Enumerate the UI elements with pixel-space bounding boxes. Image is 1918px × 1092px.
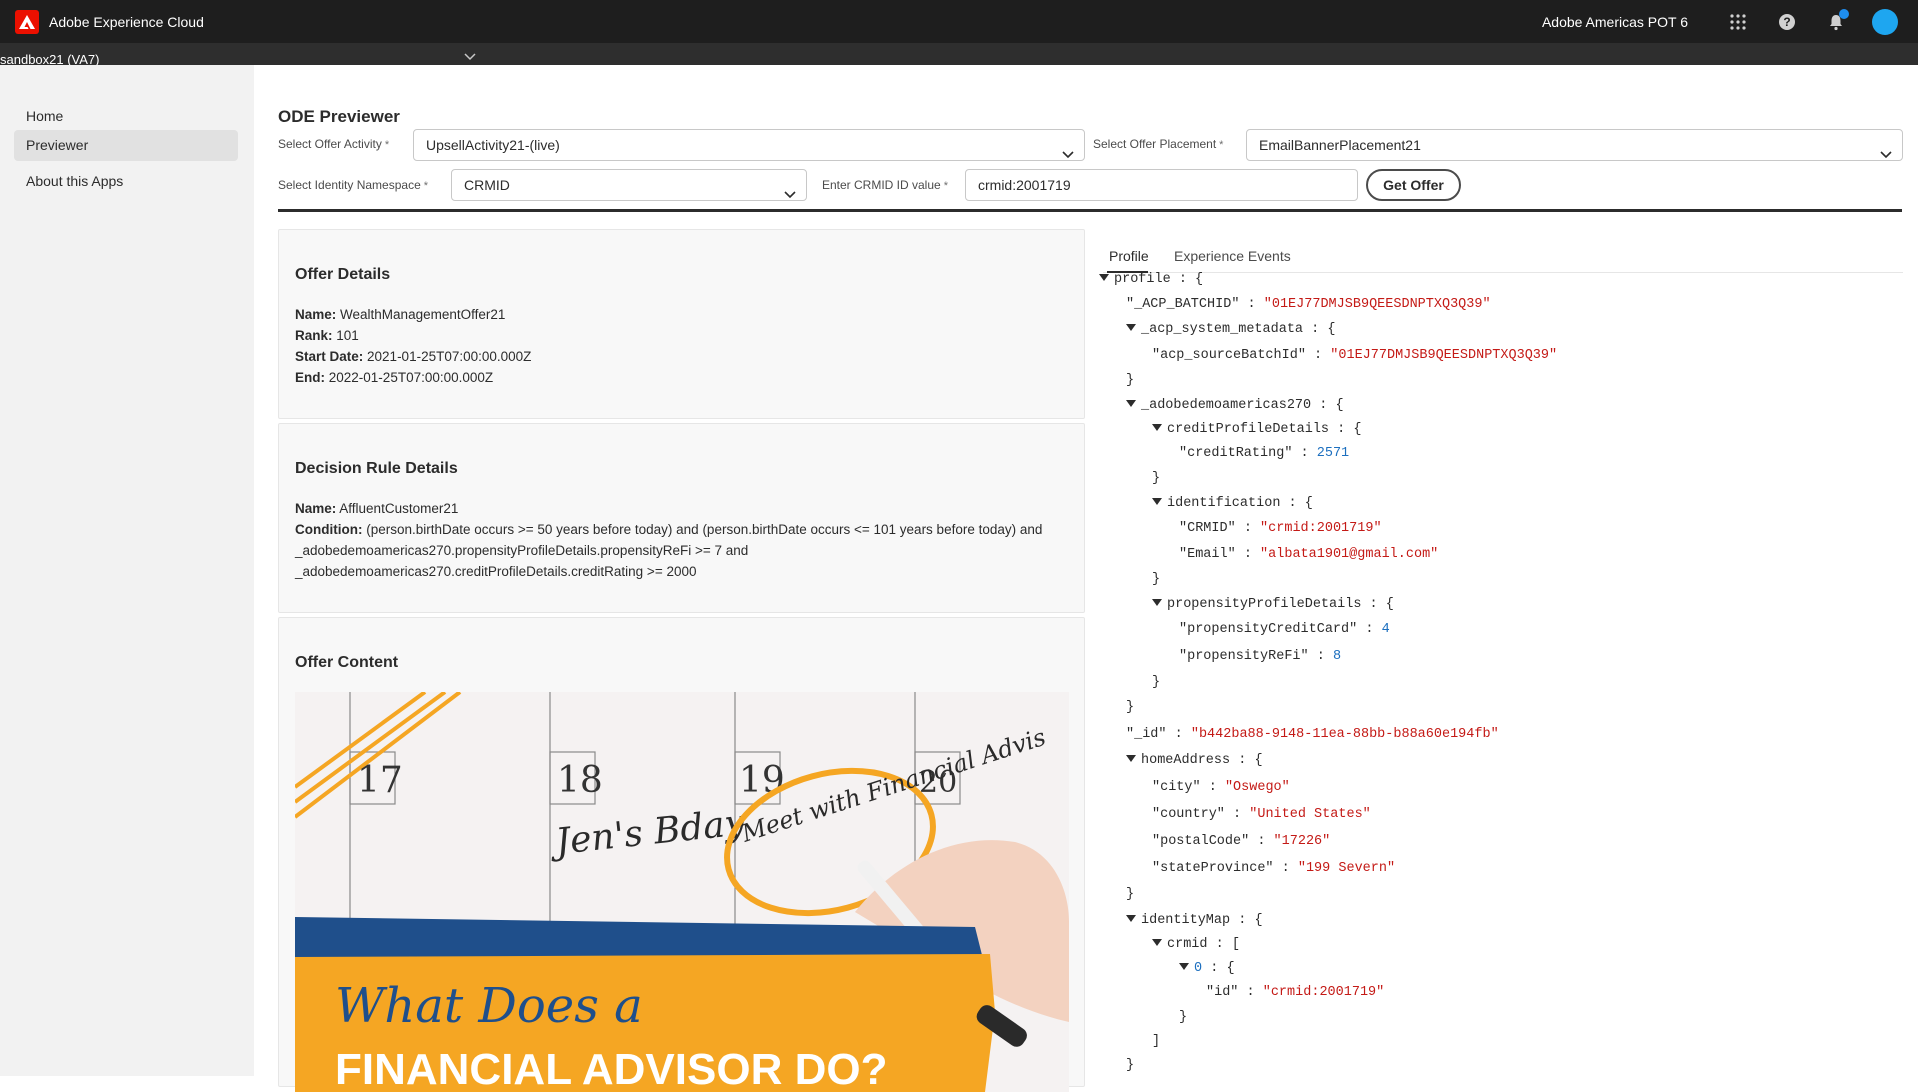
offer-activity-select[interactable]: UpsellActivity21-(live) xyxy=(413,129,1085,161)
decision-rule-title: Decision Rule Details xyxy=(295,460,458,477)
get-offer-button[interactable]: Get Offer xyxy=(1366,169,1461,201)
json-close: } xyxy=(1126,373,1135,388)
sidebar-item-home[interactable]: Home xyxy=(14,101,238,132)
app-title[interactable]: Adobe Experience Cloud xyxy=(49,14,204,30)
json-line: "country" : "United States" xyxy=(1152,807,1371,822)
chevron-down-icon[interactable] xyxy=(464,48,476,66)
sidebar: Home Previewer About this Apps xyxy=(0,65,254,1076)
json-line: "Email" : "albata1901@gmail.com" xyxy=(1179,547,1439,562)
offer-details-title: Offer Details xyxy=(295,266,391,283)
json-line: "id" : "crmid:2001719" xyxy=(1206,985,1385,1000)
offer-name: Name: WealthManagementOffer21 xyxy=(295,307,506,322)
top-bar: Adobe Experience Cloud Adobe Americas PO… xyxy=(0,0,1918,43)
json-line: "CRMID" : "crmid:2001719" xyxy=(1179,521,1382,536)
json-line: "propensityReFi" : 8 xyxy=(1179,649,1342,664)
calendar-day-19: 19 xyxy=(739,760,785,801)
sidebar-item-previewer[interactable]: Previewer xyxy=(14,130,238,161)
identity-namespace-select[interactable]: CRMID xyxy=(451,169,807,201)
identity-namespace-label: Select Identity Namespace * xyxy=(278,178,429,192)
tab-bar: Profile Experience Events xyxy=(1103,237,1903,273)
offer-content-panel: Offer Content 17 18 19 20 Jen's Bday Mee… xyxy=(278,617,1085,1092)
collapse-triangle-icon xyxy=(1099,274,1109,281)
crmid-input[interactable]: crmid:2001719 xyxy=(965,169,1358,201)
offer-activity-label: Select Offer Activity * xyxy=(278,137,390,151)
json-close: } xyxy=(1152,572,1161,587)
json-node-propensity-profile-details[interactable]: propensityProfileDetails : { xyxy=(1152,597,1394,612)
offer-end-date: End: 2022-01-25T07:00:00.000Z xyxy=(295,370,494,385)
json-node-index-0[interactable]: 0 : { xyxy=(1179,961,1235,976)
collapse-triangle-icon xyxy=(1152,424,1162,431)
chevron-down-icon xyxy=(1062,139,1074,169)
crmid-label: Enter CRMID ID value * xyxy=(822,178,948,192)
json-line: "propensityCreditCard" : 4 xyxy=(1179,622,1390,637)
json-node-identification[interactable]: identification : { xyxy=(1152,496,1313,511)
adobe-logo-icon[interactable] xyxy=(15,9,39,34)
offer-placement-select[interactable]: EmailBannerPlacement21 xyxy=(1246,129,1903,161)
chevron-down-icon xyxy=(784,179,796,209)
collapse-triangle-icon xyxy=(1126,755,1136,762)
offer-image: 17 18 19 20 Jen's Bday Meet with Financi… xyxy=(295,692,1069,1092)
json-line: "stateProvince" : "199 Severn" xyxy=(1152,861,1396,876)
calendar-day-18: 18 xyxy=(557,760,603,801)
json-close: } xyxy=(1179,1010,1188,1025)
json-line: "postalCode" : "17226" xyxy=(1152,834,1331,849)
json-line: "acp_sourceBatchId" : "01EJ77DMJSB9QEESD… xyxy=(1152,348,1558,363)
tab-profile[interactable]: Profile xyxy=(1109,248,1149,264)
sandbox-bar: sandbox21 (VA7) xyxy=(0,43,1918,67)
json-node-credit-profile-details[interactable]: creditProfileDetails : { xyxy=(1152,422,1361,437)
json-viewer: profile : { "_ACP_BATCHID" : "01EJ77DMJS… xyxy=(1099,272,1909,1076)
collapse-triangle-icon xyxy=(1152,599,1162,606)
json-line: "_id" : "b442ba88-9148-11ea-88bb-b88a60e… xyxy=(1126,727,1499,742)
collapse-triangle-icon xyxy=(1179,963,1189,970)
collapse-triangle-icon xyxy=(1126,400,1136,407)
sidebar-item-about[interactable]: About this Apps xyxy=(14,166,238,197)
collapse-triangle-icon xyxy=(1152,498,1162,505)
json-close: ] xyxy=(1152,1034,1161,1049)
calendar-day-17: 17 xyxy=(357,760,403,801)
notifications-bell-icon[interactable] xyxy=(1823,8,1849,35)
offer-headline-1: What Does a xyxy=(335,978,643,1034)
notification-badge xyxy=(1839,8,1849,19)
json-close: } xyxy=(1126,1058,1135,1073)
offer-start-date: Start Date: 2021-01-25T07:00:00.000Z xyxy=(295,349,532,364)
apps-grid-icon[interactable] xyxy=(1725,9,1751,35)
json-node-profile[interactable]: profile : { xyxy=(1099,272,1203,287)
json-node-acp-system-metadata[interactable]: _acp_system_metadata : { xyxy=(1126,322,1335,337)
json-line: "_ACP_BATCHID" : "01EJ77DMJSB9QEESDNPTXQ… xyxy=(1126,297,1491,312)
json-node-crmid[interactable]: crmid : [ xyxy=(1152,937,1240,952)
help-icon[interactable]: ? xyxy=(1774,9,1800,35)
json-line: "creditRating" : 2571 xyxy=(1179,446,1350,461)
rule-name: Name: AffluentCustomer21 xyxy=(295,501,459,516)
avatar[interactable] xyxy=(1872,8,1898,35)
offer-rank: Rank: 101 xyxy=(295,328,359,343)
offer-content-title: Offer Content xyxy=(295,654,399,671)
json-node-home-address[interactable]: homeAddress : { xyxy=(1126,753,1263,768)
offer-headline-2: FINANCIAL ADVISOR DO? xyxy=(335,1045,887,1092)
tab-experience-events[interactable]: Experience Events xyxy=(1174,248,1291,264)
divider xyxy=(278,209,1902,212)
main-content: ODE Previewer Select Offer Activity * Ups… xyxy=(254,65,1918,1092)
offer-placement-label: Select Offer Placement * xyxy=(1093,137,1224,151)
svg-text:?: ? xyxy=(1783,15,1790,29)
json-node-adobedemoamericas270[interactable]: _adobedemoamericas270 : { xyxy=(1126,398,1344,413)
collapse-triangle-icon xyxy=(1152,939,1162,946)
json-node-identity-map[interactable]: identityMap : { xyxy=(1126,913,1263,928)
json-line: "city" : "Oswego" xyxy=(1152,780,1290,795)
collapse-triangle-icon xyxy=(1126,324,1136,331)
chevron-down-icon xyxy=(1880,139,1892,169)
json-close: } xyxy=(1126,700,1135,715)
json-close: } xyxy=(1152,471,1161,486)
json-close: } xyxy=(1152,675,1161,690)
rule-condition: Condition: (person.birthDate occurs >= 5… xyxy=(295,522,1043,579)
org-switcher[interactable]: Adobe Americas POT 6 xyxy=(1542,14,1688,30)
collapse-triangle-icon xyxy=(1126,915,1136,922)
json-close: } xyxy=(1126,887,1135,902)
decision-rule-panel: Decision Rule Details Name: AffluentCust… xyxy=(278,423,1085,613)
offer-details-panel: Offer Details Name: WealthManagementOffe… xyxy=(278,229,1085,419)
page-title: ODE Previewer xyxy=(278,107,400,126)
